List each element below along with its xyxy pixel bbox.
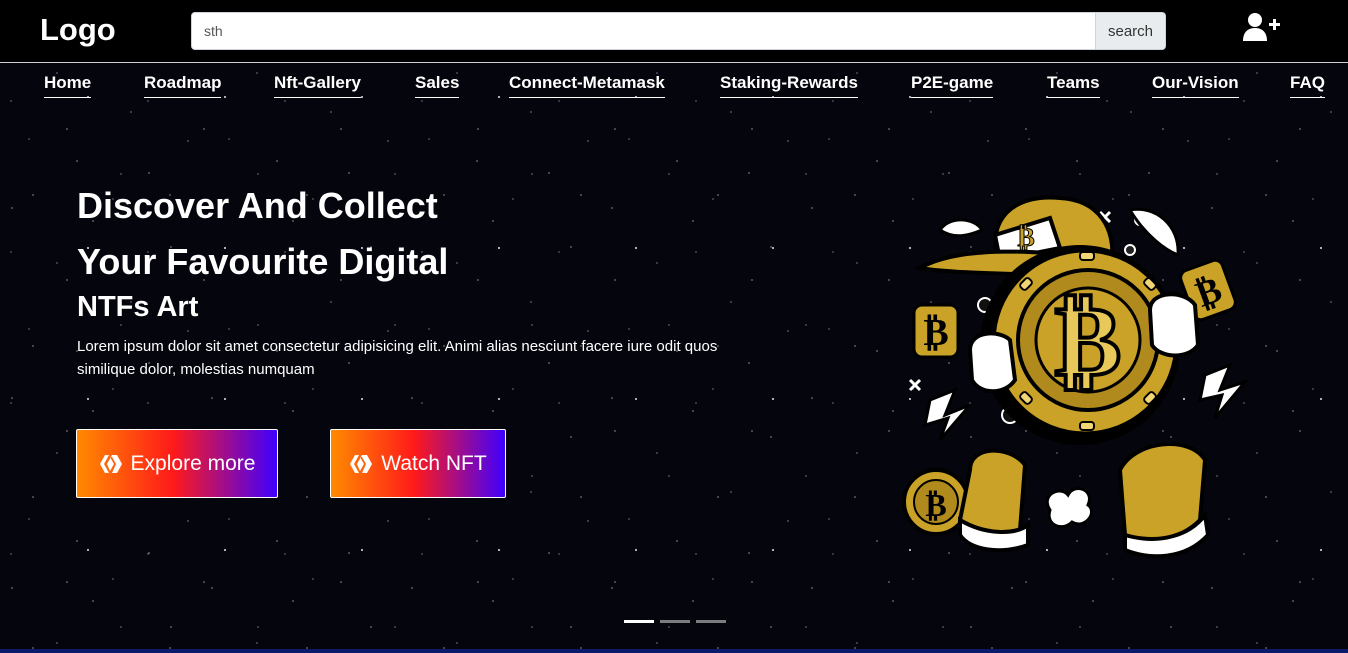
nav-staking-rewards[interactable]: Staking-Rewards [720, 72, 858, 98]
carousel-indicators [624, 620, 726, 623]
watch-nft-label: Watch NFT [381, 451, 487, 475]
svg-text:₿: ₿ [1017, 223, 1034, 253]
nav-sales[interactable]: Sales [415, 72, 460, 98]
nav-faq[interactable]: FAQ [1290, 72, 1325, 98]
nav-nft-gallery[interactable]: Nft-Gallery [274, 72, 361, 98]
svg-text:₿: ₿ [925, 486, 946, 524]
small-bitcoin-coin-left: ₿ [912, 303, 960, 359]
explore-more-label: Explore more [130, 451, 256, 475]
hero-description: Lorem ipsum dolor sit amet consectetur a… [77, 338, 718, 378]
watch-nft-button[interactable]: Watch NFT [330, 429, 506, 498]
explore-more-button[interactable]: Explore more [76, 429, 278, 498]
bitcoin-mascot-illustration: ₿ ₿ ₿ ₿ ₿ [902, 195, 1250, 559]
search-input[interactable] [191, 12, 1096, 50]
hero-subtitle: NTFs Art [77, 291, 199, 323]
search-bar: search [191, 12, 1166, 50]
nav-home[interactable]: Home [44, 72, 92, 98]
carousel-indicator[interactable] [696, 620, 726, 623]
nav-connect-metamask[interactable]: Connect-Metamask [509, 72, 665, 98]
user-plus-icon[interactable] [1243, 12, 1281, 42]
nav-p2e-game[interactable]: P2E-game [911, 72, 994, 98]
svg-text:₿: ₿ [1055, 281, 1122, 399]
bottom-divider [0, 649, 1348, 653]
nav-teams[interactable]: Teams [1047, 72, 1100, 98]
search-button[interactable]: search [1096, 12, 1166, 50]
carousel-indicator[interactable] [624, 620, 654, 623]
hero-title-line1: Discover And Collect [77, 185, 438, 226]
nav-our-vision[interactable]: Our-Vision [1152, 72, 1239, 98]
main-nav: Home Roadmap Nft-Gallery Sales Connect-M… [0, 63, 1348, 103]
nav-roadmap[interactable]: Roadmap [144, 72, 222, 98]
svg-text:₿: ₿ [923, 309, 948, 354]
top-header: Logo search [0, 0, 1348, 63]
hero-title-line2: Your Favourite Digital [77, 241, 449, 282]
carousel-indicator[interactable] [660, 620, 690, 623]
logo[interactable]: Logo [40, 12, 116, 48]
hive-icon [350, 454, 373, 473]
hero-title: Discover And Collect Your Favourite Digi… [77, 178, 677, 290]
hive-icon [99, 454, 122, 473]
